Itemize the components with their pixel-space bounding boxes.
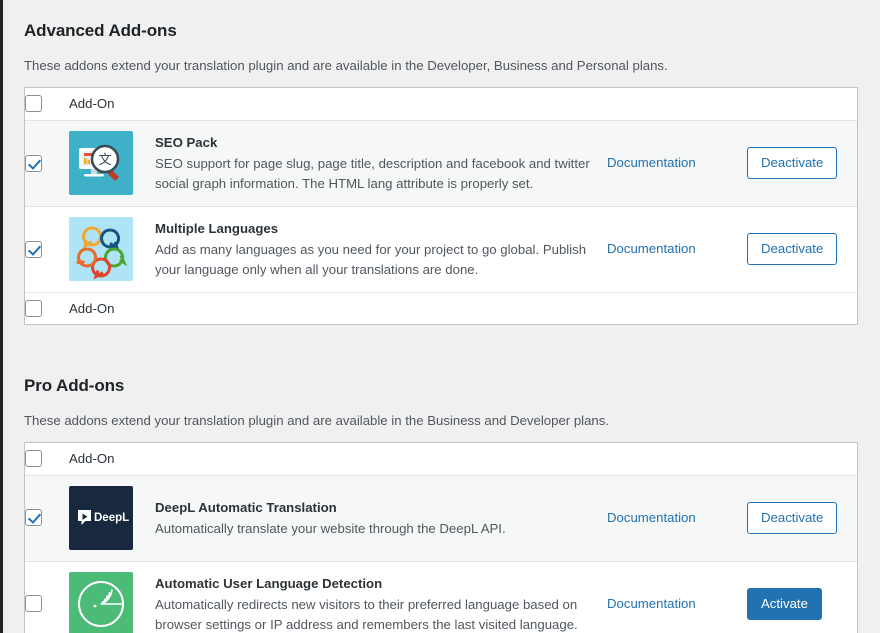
row-select-cell [25,560,69,633]
addon-description: SEO support for page slug, page title, d… [155,156,590,191]
row-checkbox-language-detection[interactable] [25,595,42,613]
deactivate-button[interactable]: Deactivate [747,501,838,535]
table-row: DeepL DeepL Automatic Translation Automa… [25,474,858,561]
action-cell: Activate [747,560,858,633]
table-header-row: Add-On [25,87,858,120]
addon-info-cell: SEO Pack SEO support for page slug, page… [155,119,607,206]
addon-description: Automatically redirects new visitors to … [155,597,578,632]
row-checkbox-multiple-languages[interactable] [25,240,42,258]
table-row: 文 SEO Pack SEO support for page slug, pa… [25,119,858,206]
select-all-footer-cell [25,291,69,324]
row-checkbox-deepl[interactable] [25,509,42,527]
addon-title: Automatic User Language Detection [155,576,383,592]
row-checkbox-seo-pack[interactable] [25,154,42,172]
table-row: Automatic User Language Detection Automa… [25,560,858,633]
section-title-pro: Pro Add-ons [24,375,125,395]
documentation-cell: Documentation [607,205,747,292]
select-all-checkbox-pro[interactable] [25,449,42,467]
documentation-cell: Documentation [607,560,747,633]
activate-button[interactable]: Activate [747,587,822,621]
documentation-link[interactable]: Documentation [607,510,696,525]
deepl-wordmark: DeepL [94,512,129,524]
column-header-addon: Add-On [69,451,115,467]
svg-text:文: 文 [98,153,111,168]
select-all-cell [25,88,69,120]
addon-info-cell: Multiple Languages Add as many languages… [155,205,607,292]
row-select-cell [25,205,69,292]
documentation-link[interactable]: Documentation [607,155,696,170]
row-select-cell [25,119,69,206]
documentation-link[interactable]: Documentation [607,596,696,611]
addon-icon-cell [69,205,155,292]
pro-addons-table: Add-On DeepL DeepL Automatic Translation… [24,441,859,633]
addon-title: SEO Pack [155,135,218,151]
documentation-cell: Documentation [607,119,747,206]
select-all-checkbox[interactable] [25,95,42,113]
addon-title: DeepL Automatic Translation [155,499,337,515]
section-title-advanced: Advanced Add-ons [24,21,177,40]
select-all-footer-checkbox[interactable] [25,299,42,317]
select-all-cell [25,443,69,475]
deactivate-button[interactable]: Deactivate [747,233,838,266]
addon-description: Automatically translate your website thr… [155,520,506,536]
section-description-advanced: These addons extend your translation plu… [24,58,668,73]
table-footer-row: Add-On [25,291,858,324]
action-cell: Deactivate [747,205,858,292]
main-content: Advanced Add-ons These addons extend you… [24,0,859,633]
action-cell: Deactivate [747,119,858,206]
deepl-icon: DeepL [69,486,133,551]
addon-description: Add as many languages as you need for yo… [155,242,587,277]
addon-icon-cell [69,560,155,633]
table-header-row: Add-On [25,442,858,475]
seo-pack-icon: 文 [69,131,133,196]
column-header-addon: Add-On [69,96,115,112]
addon-icon-cell: DeepL [69,474,155,561]
deactivate-button[interactable]: Deactivate [747,147,838,180]
language-detection-icon [69,572,133,633]
column-footer-addon: Add-On [69,291,858,324]
multiple-languages-icon [69,217,133,282]
documentation-link[interactable]: Documentation [607,241,696,256]
addon-info-cell: DeepL Automatic Translation Automaticall… [155,474,607,561]
documentation-cell: Documentation [607,474,747,561]
addon-info-cell: Automatic User Language Detection Automa… [155,560,607,633]
addon-icon-cell: 文 [69,119,155,206]
addon-title: Multiple Languages [155,221,279,237]
advanced-addons-table: Add-On 文 SEO Pack SEO support for page s… [24,86,859,325]
action-cell: Deactivate [747,474,858,561]
row-select-cell [25,474,69,561]
section-description-pro: These addons extend your translation plu… [24,412,610,428]
addons-settings-page: Advanced Add-ons These addons extend you… [0,0,880,633]
table-row: Multiple Languages Add as many languages… [25,205,858,292]
sidebar-gap [3,0,8,633]
